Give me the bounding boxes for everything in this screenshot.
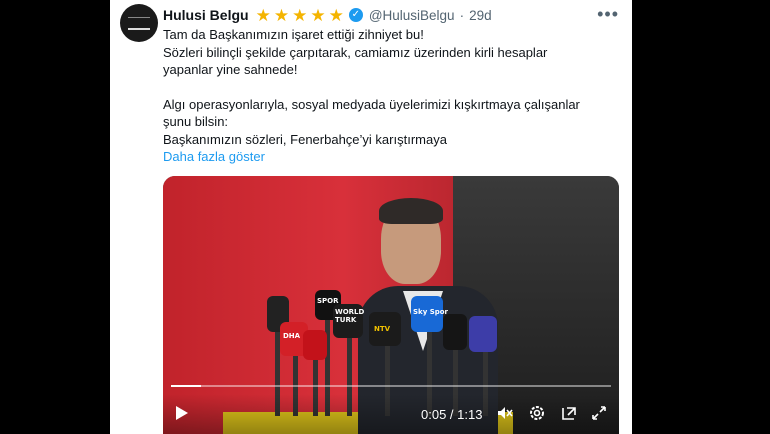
star-icon: ★	[255, 5, 271, 25]
video-controls: 0:05 / 1:13	[163, 394, 619, 434]
tweet-text-line: Başkanımızın sözleri, Fenerbahçe’yi karı…	[163, 131, 447, 147]
play-icon[interactable]	[176, 406, 188, 420]
mute-glyph	[498, 407, 513, 419]
author-handle[interactable]: @HulusiBelgu	[369, 8, 455, 23]
tweet-card[interactable]: Hulusi Belgu ★ ★ ★ ★ ★ ✓ @HulusiBelgu · …	[110, 0, 632, 434]
video-player[interactable]: DHA SPOR WORLD TURK NTV Sky Spor 0:05 / …	[163, 176, 619, 434]
tweet-text-line: şunu bilsin:	[163, 114, 229, 129]
tweet-text-line: Sözleri bilinçli şekilde çarpıtarak, cam…	[163, 44, 548, 60]
video-progress-bar[interactable]	[171, 385, 611, 387]
star-icon: ★	[328, 5, 344, 25]
fullscreen-glyph	[592, 406, 606, 420]
video-time: 0:05 / 1:13	[421, 407, 483, 422]
tweet-text-line: Tam da Başkanımızın işaret ettiği zihniy…	[163, 27, 424, 42]
star-icon: ★	[292, 5, 308, 25]
separator-dot: ·	[459, 7, 465, 23]
show-more-link[interactable]: Daha fazla göster	[163, 148, 623, 166]
verified-badge-icon: ✓	[348, 8, 363, 22]
mic-label: DHA	[283, 332, 301, 340]
fullscreen-icon[interactable]	[589, 404, 609, 424]
author-name[interactable]: Hulusi Belgu	[163, 7, 249, 23]
mic-label: Sky Spor	[413, 308, 449, 316]
avatar-logo	[128, 16, 150, 30]
speaker-hair	[379, 198, 443, 224]
microphone	[443, 314, 467, 350]
settings-icon[interactable]	[527, 404, 547, 424]
pip-icon[interactable]	[559, 404, 579, 424]
more-options-icon[interactable]: •••	[597, 5, 619, 23]
microphone	[303, 330, 327, 360]
video-progress-fill	[171, 385, 201, 387]
tweet-timestamp[interactable]: 29d	[469, 8, 492, 23]
mic-label: NTV	[374, 325, 391, 333]
author-avatar[interactable]	[120, 4, 158, 42]
star-icon: ★	[310, 5, 326, 25]
mic-label: WORLD TURK	[335, 308, 365, 324]
tweet-text-line: Algı operasyonlarıyla, sosyal medyada üy…	[163, 96, 580, 112]
settings-glyph	[530, 406, 544, 420]
star-icon: ★	[273, 5, 290, 25]
tweet-body: Tam da Başkanımızın işaret ettiği zihniy…	[163, 26, 623, 166]
tweet-header: Hulusi Belgu ★ ★ ★ ★ ★ ✓ @HulusiBelgu · …	[163, 6, 492, 24]
mute-icon[interactable]	[495, 404, 515, 424]
microphone	[469, 316, 497, 352]
pip-glyph	[562, 407, 576, 420]
tweet-text-line: yapanlar yine sahnede!	[163, 62, 298, 77]
